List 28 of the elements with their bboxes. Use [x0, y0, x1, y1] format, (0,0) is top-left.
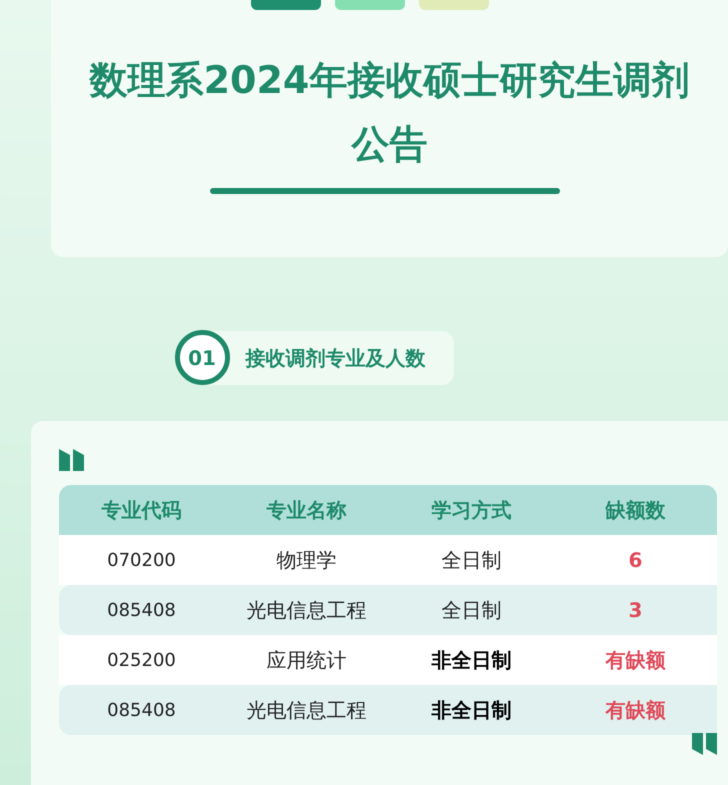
- page-title: 数理系2024年接收硕士研究生调剂: [90, 57, 690, 104]
- table-cell-text: 全日制: [440, 597, 502, 624]
- page-title: 公告: [351, 121, 428, 168]
- table-cell-text: 非全日制: [430, 697, 512, 724]
- table-cell-text: 光电信息工程: [246, 697, 368, 724]
- table-cell-text: 3: [628, 597, 644, 624]
- table-cell-text: 应用统计: [266, 647, 348, 674]
- table-cell-text: 085408: [106, 698, 177, 722]
- table-cell-text: 025200: [106, 648, 177, 672]
- table-cell-text: 有缺额: [604, 647, 666, 674]
- table-cell-text: 085408: [106, 598, 177, 622]
- column-header: 专业名称: [266, 497, 348, 524]
- accent-bar: [334, 0, 404, 10]
- table-cell-text: 全日制: [440, 547, 502, 574]
- table-cell-text: 物理学: [276, 547, 338, 574]
- quote-icon: [691, 733, 717, 755]
- table-cell-text: 有缺额: [604, 697, 666, 724]
- column-header: 学习方式: [430, 497, 512, 524]
- table-cell-text: 光电信息工程: [246, 597, 368, 624]
- table-cell-text: 非全日制: [430, 647, 512, 674]
- accent-bar: [250, 0, 320, 10]
- quote-icon: [59, 449, 85, 471]
- table-cell-text: 6: [628, 547, 644, 574]
- accent-bar: [418, 0, 488, 10]
- column-header: 专业代码: [100, 497, 182, 524]
- column-header: 缺额数: [604, 497, 666, 524]
- section-number: 01: [174, 330, 230, 385]
- table-cell-text: 070200: [106, 548, 177, 572]
